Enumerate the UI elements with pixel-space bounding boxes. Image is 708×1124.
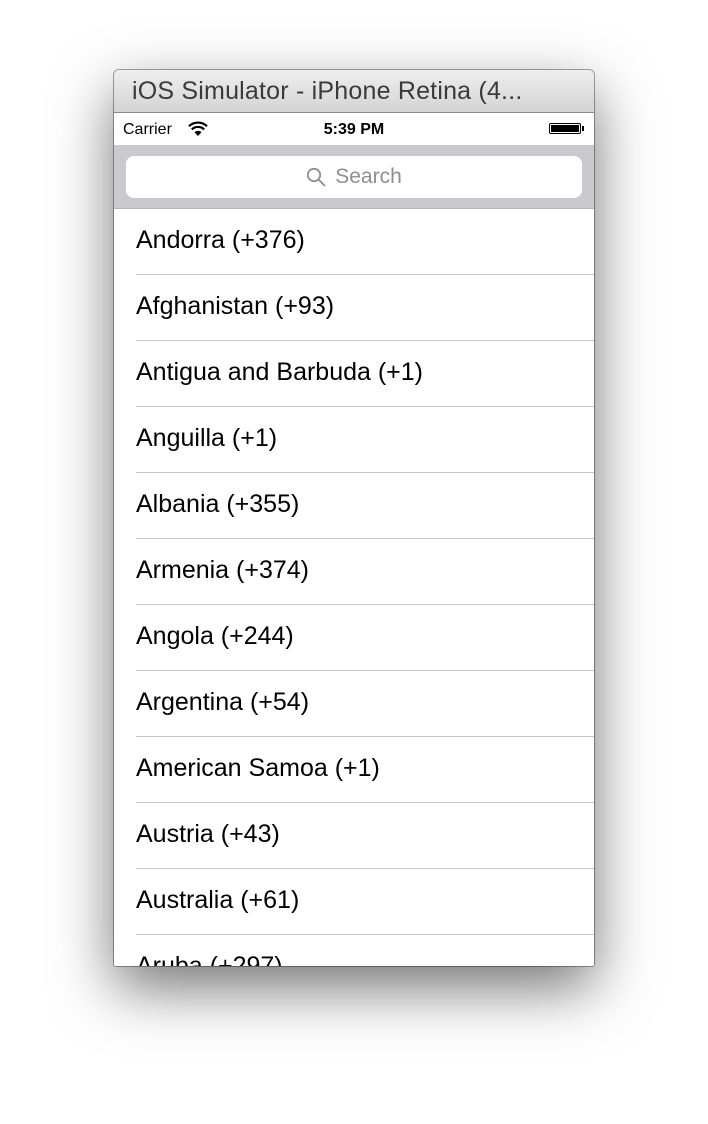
status-time: 5:39 PM <box>323 121 385 138</box>
list-item[interactable]: Andorra (+376) <box>114 209 594 275</box>
country-label: Anguilla (+1) <box>136 424 278 452</box>
country-label: Albania (+355) <box>136 490 300 518</box>
list-item[interactable]: Angola (+244) <box>114 605 594 671</box>
country-label: Antigua and Barbuda (+1) <box>136 358 424 386</box>
simulator-window: iOS Simulator - iPhone Retina (4... Carr… <box>114 70 594 966</box>
country-label: Afghanistan (+93) <box>136 292 335 320</box>
list-item[interactable]: Afghanistan (+93) <box>114 275 594 341</box>
battery-icon <box>549 123 581 134</box>
search-icon <box>307 167 326 187</box>
search-bar: Search <box>114 145 594 209</box>
status-bar: Carrier 5:39 PM <box>114 113 594 145</box>
list-item[interactable]: Antigua and Barbuda (+1) <box>114 341 594 407</box>
window-titlebar[interactable]: iOS Simulator - iPhone Retina (4... <box>114 70 594 113</box>
country-label: Austria (+43) <box>136 820 280 848</box>
list-item[interactable]: Anguilla (+1) <box>114 407 594 473</box>
list-item[interactable]: Australia (+61) <box>114 869 594 935</box>
country-label: American Samoa (+1) <box>136 754 380 782</box>
country-label: Aruba (+297) <box>136 952 283 966</box>
country-list[interactable]: Andorra (+376) Afghanistan (+93) Antigua… <box>114 209 594 966</box>
country-label: Armenia (+374) <box>136 556 309 584</box>
list-item[interactable]: American Samoa (+1) <box>114 737 594 803</box>
country-label: Andorra (+376) <box>136 226 305 254</box>
search-input[interactable]: Search <box>126 156 582 198</box>
list-item[interactable]: Aruba (+297) <box>114 935 594 966</box>
list-item[interactable]: Armenia (+374) <box>114 539 594 605</box>
country-label: Angola (+244) <box>136 622 294 650</box>
window-title: iOS Simulator - iPhone Retina (4... <box>132 77 523 105</box>
country-label: Argentina (+54) <box>136 688 310 716</box>
country-label: Australia (+61) <box>136 886 300 914</box>
list-item[interactable]: Austria (+43) <box>114 803 594 869</box>
list-item[interactable]: Argentina (+54) <box>114 671 594 737</box>
list-item[interactable]: Albania (+355) <box>114 473 594 539</box>
battery-tip <box>582 126 584 131</box>
search-placeholder: Search <box>335 165 402 188</box>
